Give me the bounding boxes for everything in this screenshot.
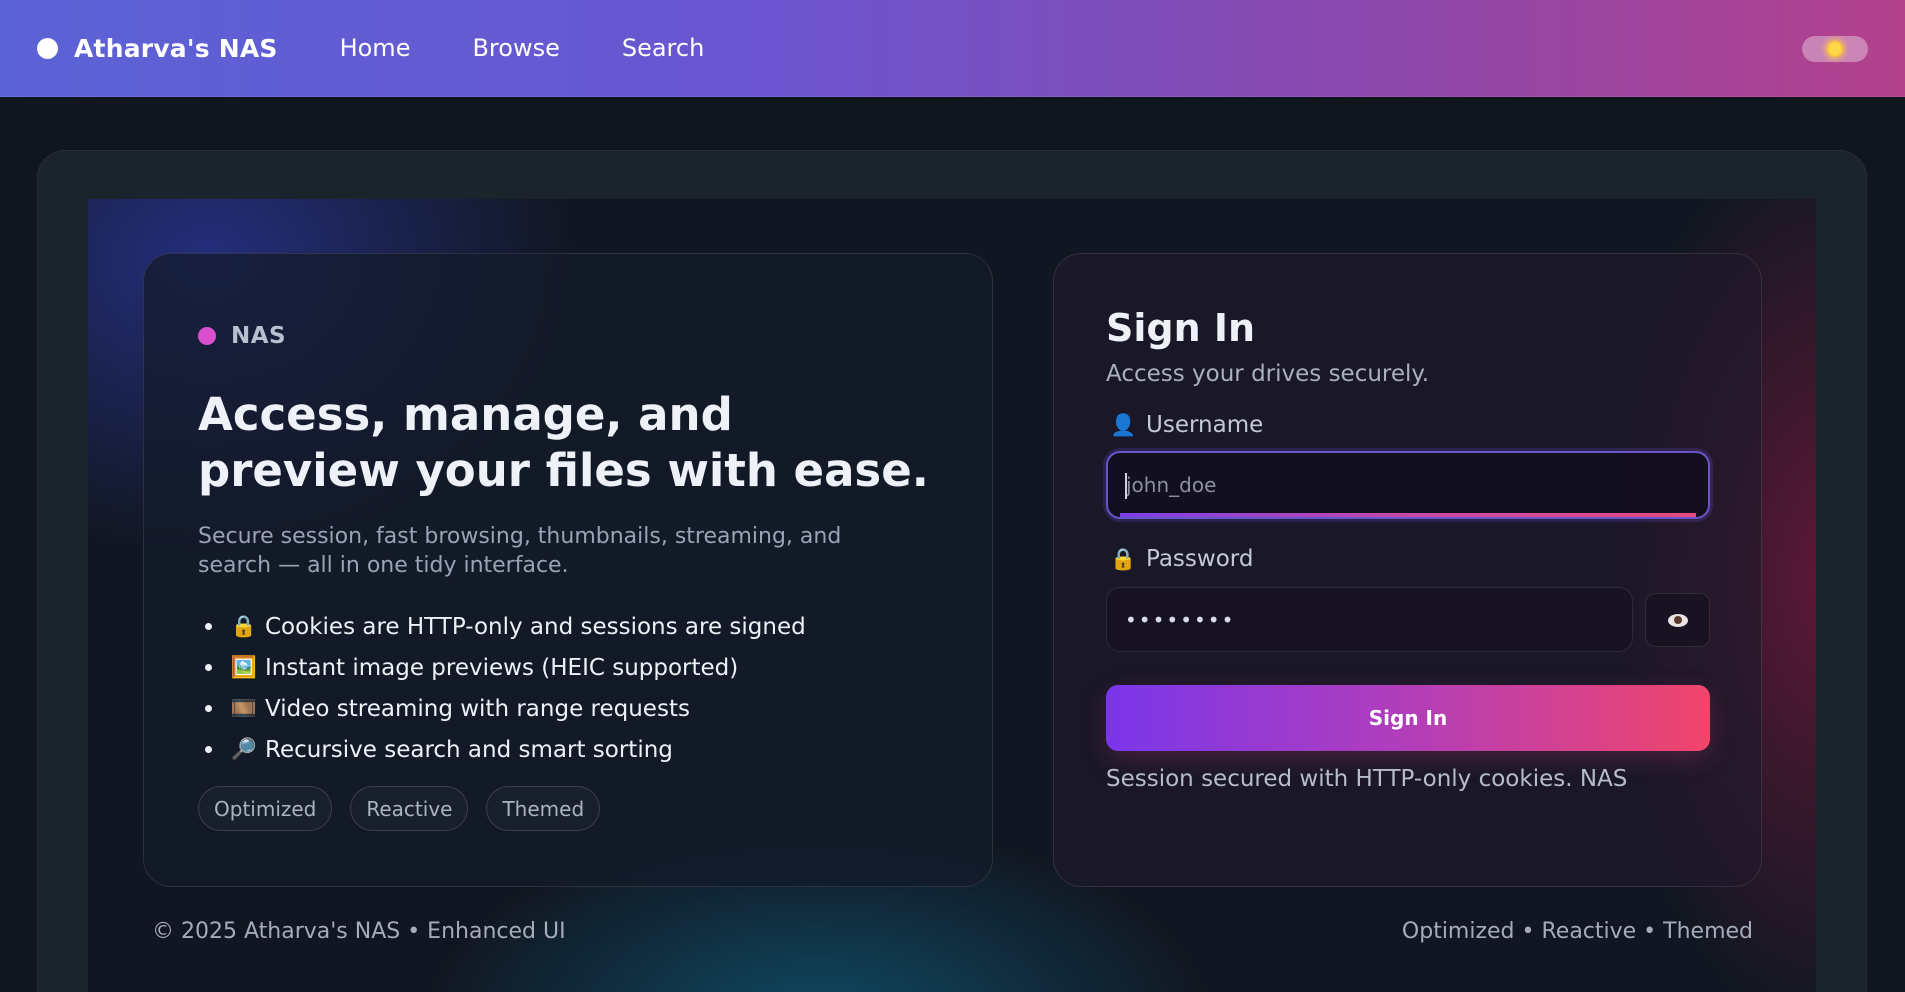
password-field-wrapper xyxy=(1106,587,1633,652)
sun-icon xyxy=(1827,41,1843,57)
signin-button[interactable]: Sign In xyxy=(1106,685,1710,751)
brand-logo-dot xyxy=(37,37,58,59)
signin-subtitle: Access your drives securely. xyxy=(1106,361,1430,387)
magnifier-icon: 🔎 xyxy=(230,737,258,761)
user-icon: 👤 xyxy=(1110,412,1137,437)
feature-list: 🔒 Cookies are HTTP-only and sessions are… xyxy=(198,606,806,770)
image-icon: 🖼️ xyxy=(230,655,258,679)
tag-dot-icon xyxy=(198,327,216,345)
toggle-password-visibility-button[interactable] xyxy=(1645,593,1710,647)
hero-tag: NAS xyxy=(198,323,286,349)
lock-icon: 🔒 xyxy=(1110,546,1137,571)
bullet-dot xyxy=(205,623,212,630)
username-input[interactable] xyxy=(1108,453,1708,517)
password-label-text: Password xyxy=(1146,546,1254,572)
password-input[interactable] xyxy=(1107,588,1632,651)
nav-browse-link[interactable]: Browse xyxy=(472,34,559,62)
session-note: Session secured with HTTP-only cookies. … xyxy=(1106,766,1628,792)
brand[interactable]: Atharva's NAS xyxy=(37,34,278,63)
footer-copyright: © 2025 Atharva's NAS • Enhanced UI xyxy=(152,919,566,944)
theme-toggle[interactable] xyxy=(1802,36,1868,62)
hero-card: NAS Access, manage, and preview your fil… xyxy=(143,253,993,887)
feature-item: 🔎 Recursive search and smart sorting xyxy=(198,729,806,770)
nav-home-link[interactable]: Home xyxy=(340,34,411,62)
signin-card: Sign In Access your drives securely. 👤 U… xyxy=(1053,253,1762,887)
top-navbar: Atharva's NAS Home Browse Search xyxy=(0,0,1905,97)
signin-title: Sign In xyxy=(1106,306,1256,350)
bullet-dot xyxy=(205,746,212,753)
feature-item: 🎞️ Video streaming with range requests xyxy=(198,688,806,729)
bullet-dot xyxy=(205,664,212,671)
focus-underline xyxy=(1120,513,1696,517)
feature-chips: Optimized Reactive Themed xyxy=(198,786,618,831)
tag-label: NAS xyxy=(231,323,287,349)
feature-item: 🔒 Cookies are HTTP-only and sessions are… xyxy=(198,606,806,647)
password-label: 🔒 Password xyxy=(1110,546,1253,572)
feature-text: Instant image previews (HEIC supported) xyxy=(265,654,739,681)
username-field-wrapper xyxy=(1106,451,1710,519)
feature-text: Recursive search and smart sorting xyxy=(265,736,673,763)
chip-themed: Themed xyxy=(486,786,601,831)
chip-optimized: Optimized xyxy=(198,786,333,831)
main-nav: Home Browse Search xyxy=(318,34,745,62)
username-label: 👤 Username xyxy=(1110,412,1263,438)
eye-icon xyxy=(1667,613,1688,627)
bullet-dot xyxy=(205,705,212,712)
feature-text: Cookies are HTTP-only and sessions are s… xyxy=(265,613,806,640)
feature-text: Video streaming with range requests xyxy=(265,695,690,722)
brand-name: Atharva's NAS xyxy=(74,33,278,63)
nav-search-link[interactable]: Search xyxy=(622,34,704,62)
hero-subtext: Secure session, fast browsing, thumbnail… xyxy=(198,524,842,578)
film-icon: 🎞️ xyxy=(230,696,258,720)
text-caret xyxy=(1125,473,1127,499)
lock-icon: 🔒 xyxy=(230,614,258,638)
feature-item: 🖼️ Instant image previews (HEIC supporte… xyxy=(198,647,806,688)
hero-headline: Access, manage, and preview your files w… xyxy=(198,388,929,497)
username-label-text: Username xyxy=(1146,412,1264,438)
footer-tagline: Optimized • Reactive • Themed xyxy=(1401,919,1753,944)
chip-reactive: Reactive xyxy=(350,786,469,831)
